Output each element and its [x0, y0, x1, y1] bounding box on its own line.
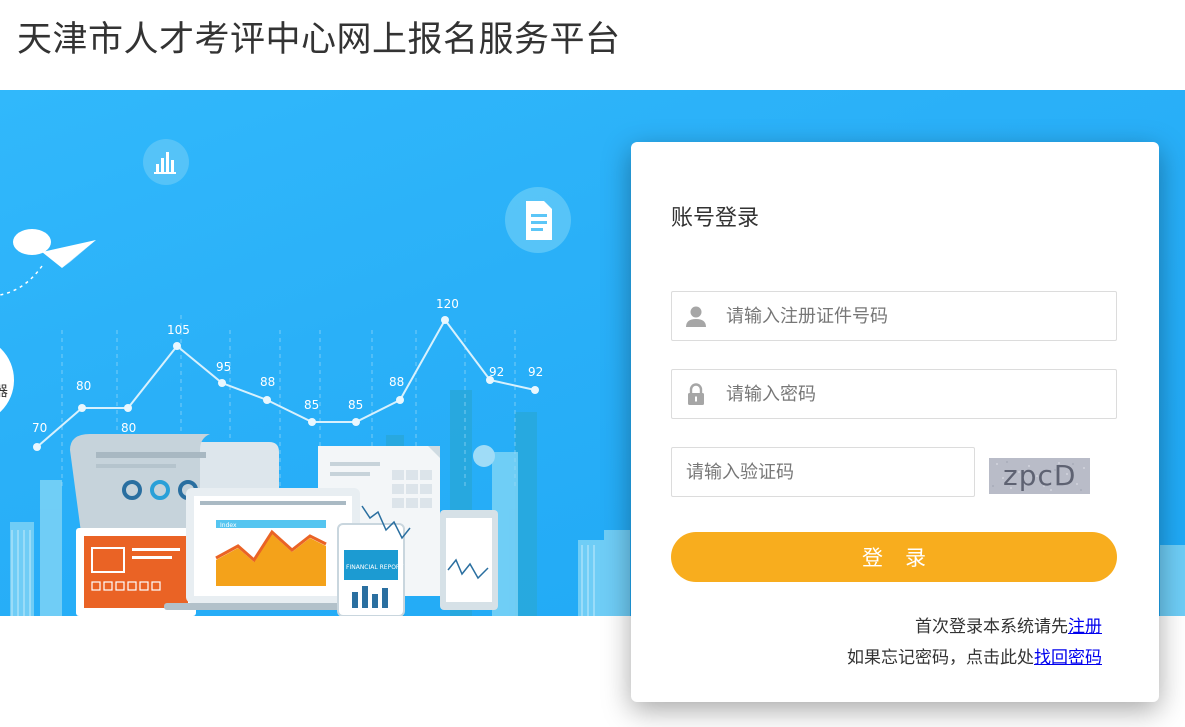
side-glyph: 器 [0, 384, 8, 400]
lock-icon [688, 383, 704, 405]
captcha-image[interactable]: zpcD [989, 458, 1090, 494]
captcha-code: zpcD [1003, 459, 1077, 492]
chart-label-11: 92 [489, 365, 504, 379]
chart-label-8: 85 [348, 398, 363, 412]
password-field[interactable] [671, 369, 1117, 419]
chart-label-6: 88 [260, 375, 275, 389]
login-button[interactable]: 登录 [671, 532, 1117, 582]
id-number-input[interactable] [726, 292, 1106, 340]
register-link[interactable]: 注册 [1068, 617, 1102, 637]
login-card: 账号登录 zpcD 登录 [631, 142, 1159, 702]
login-title: 账号登录 [671, 206, 760, 231]
document-icon [526, 201, 552, 240]
chart-label-1: 70 [32, 421, 47, 435]
chart-label-12: 92 [528, 365, 543, 379]
register-prompt: 首次登录本系统请先 [915, 617, 1068, 637]
id-field[interactable] [671, 291, 1117, 341]
site-title: 天津市人才考评中心网上报名服务平台 [17, 20, 621, 60]
chart-label-3: 80 [121, 421, 136, 435]
header: 天津市人才考评中心网上报名服务平台 [0, 0, 1185, 90]
forgot-line: 如果忘记密码，点击此处找回密码 [847, 643, 1102, 674]
report-label: FINANCIAL REPORT [346, 564, 404, 571]
password-input[interactable] [726, 370, 1106, 418]
chart-label-7: 85 [304, 398, 319, 412]
captcha-input[interactable] [686, 448, 966, 496]
captcha-field[interactable] [671, 447, 975, 497]
chart-label-4: 105 [167, 323, 190, 337]
chart-label-2: 80 [76, 379, 91, 393]
doc-label: Index [220, 522, 237, 529]
account-links: 首次登录本系统请先注册 如果忘记密码，点击此处找回密码 [847, 612, 1102, 674]
chart-label-10: 120 [436, 297, 459, 311]
forgot-prompt: 如果忘记密码，点击此处 [847, 648, 1034, 668]
forgot-password-link[interactable]: 找回密码 [1034, 648, 1102, 668]
register-line: 首次登录本系统请先注册 [847, 612, 1102, 643]
chart-label-5: 95 [216, 360, 231, 374]
user-icon [686, 306, 706, 327]
chart-label-9: 88 [389, 375, 404, 389]
